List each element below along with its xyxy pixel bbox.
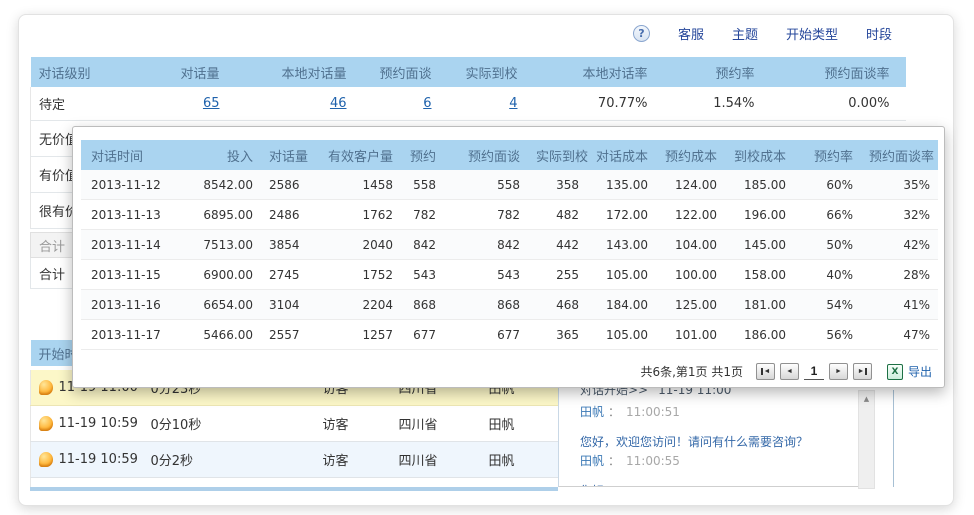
chat-scrollbar[interactable]: ▲ xyxy=(858,390,875,489)
pending-arrived-link[interactable]: 4 xyxy=(509,96,517,111)
table-row: 2013-11-156900.0027451752543543255105.00… xyxy=(81,260,938,290)
pending-local-rate: 70.77% xyxy=(534,87,664,121)
session-visitor-type: 访客 xyxy=(323,442,399,478)
session-row[interactable]: 11-19 10:59 0分2秒 访客 四川省 田帆 xyxy=(31,442,559,478)
col-dialog-time: 对话时间 xyxy=(81,140,161,170)
dialog-level-header-row: 对话级别 对话量 本地对话量 预约面谈 实际到校 本地对话率 预约率 预约面谈率 xyxy=(31,57,906,87)
session-start-time: 11-19 10:59 xyxy=(59,442,151,478)
col-dialog-count: 对话量 xyxy=(261,140,306,170)
pending-dialogs-link[interactable]: 65 xyxy=(203,96,220,111)
pagination-summary: 共6条,第1页 共1页 xyxy=(640,363,743,380)
col-appointment-rate: 预约率 xyxy=(664,57,771,87)
col-local-dialog-count: 本地对话量 xyxy=(236,57,363,87)
col-interview-rate: 预约面谈率 xyxy=(861,140,938,170)
col-local-dialog-rate: 本地对话率 xyxy=(534,57,664,87)
session-agent: 田帆 xyxy=(489,442,559,478)
nav-customer-service[interactable]: 客服 xyxy=(678,24,704,43)
last-page-button[interactable]: ► xyxy=(853,363,872,380)
col-appointment-rate: 预约率 xyxy=(794,140,861,170)
page-number-input[interactable] xyxy=(804,364,824,380)
vertical-divider xyxy=(893,390,894,487)
table-row: 2013-11-147513.0038542040842842442143.00… xyxy=(81,230,938,260)
session-region: 四川省 xyxy=(399,442,489,478)
session-region: 四川省 xyxy=(399,406,489,442)
first-page-button[interactable]: ◄ xyxy=(756,363,775,380)
pending-appointments-link[interactable]: 6 xyxy=(423,96,431,111)
pending-appointment-rate: 1.54% xyxy=(664,87,771,121)
col-investment: 投入 xyxy=(161,140,261,170)
col-dialog-cost: 对话成本 xyxy=(587,140,656,170)
table-row: 2013-11-166654.0031042204868868468184.00… xyxy=(81,290,938,320)
col-interview-rate: 预约面谈率 xyxy=(771,57,906,87)
pending-local-dialogs-link[interactable]: 46 xyxy=(330,96,347,111)
session-visitor-type: 访客 xyxy=(323,406,399,442)
col-appointment-interview: 预约面谈 xyxy=(444,140,528,170)
chat-message-text: 您好，欢迎您访问！请问有什么需要咨询？ xyxy=(580,433,858,450)
visitor-emoticon-icon xyxy=(39,416,53,431)
table-row: 2013-11-128542.0025861458558558358135.00… xyxy=(81,170,938,200)
message-time: 11:00:55 xyxy=(626,454,680,468)
agent-name: 田帆 xyxy=(580,405,604,419)
col-appointment-interview: 预约面谈 xyxy=(363,57,448,87)
popup-pagination: 共6条,第1页 共1页 ◄ ◄ ► ► X 导出 xyxy=(640,363,932,380)
popup-header-row: 对话时间 投入 对话量 有效客户量 预约 预约面谈 实际到校 对话成本 预约成本… xyxy=(81,140,938,170)
previous-page-button[interactable]: ◄ xyxy=(780,363,799,380)
chat-message-header: 田帆：11:00:55 xyxy=(580,452,858,469)
col-arrival-cost: 到校成本 xyxy=(725,140,794,170)
col-appointments: 预约 xyxy=(401,140,444,170)
col-valid-customers: 有效客户量 xyxy=(306,140,401,170)
summary-total-label: 合计 xyxy=(39,264,65,283)
session-duration: 0分10秒 xyxy=(151,406,323,442)
session-start-time: 11-19 10:59 xyxy=(59,406,151,442)
detail-popup: 对话时间 投入 对话量 有效客户量 预约 预约面谈 实际到校 对话成本 预约成本… xyxy=(72,126,945,388)
help-icon[interactable]: ? xyxy=(633,25,650,42)
session-agent: 田帆 xyxy=(489,406,559,442)
visitor-emoticon-icon xyxy=(39,452,53,467)
col-actual-arrival: 实际到校 xyxy=(448,57,534,87)
scroll-up-icon[interactable]: ▲ xyxy=(860,393,873,405)
table-row: 待定 65 46 6 4 70.77% 1.54% 0.00% xyxy=(31,87,906,121)
summary-header-label: 合计 xyxy=(39,236,65,255)
col-appointment-cost: 预约成本 xyxy=(656,140,725,170)
chat-message-header: 田帆：11:00:51 xyxy=(580,403,858,420)
session-duration: 0分2秒 xyxy=(151,442,323,478)
screen: ? 客服 主题 开始类型 时段 对话级别 对话量 本地对话量 预约面谈 实际到校… xyxy=(0,0,974,515)
message-time: 11:00:51 xyxy=(626,405,680,419)
agent-name: 田帆 xyxy=(580,454,604,468)
visitor-emoticon-icon xyxy=(39,380,53,395)
table-row: 2013-11-136895.0024861762782782482172.00… xyxy=(81,200,938,230)
nav-topic[interactable]: 主题 xyxy=(732,24,758,43)
col-actual-arrival: 实际到校 xyxy=(528,140,587,170)
col-dialog-count: 对话量 xyxy=(146,57,236,87)
nav-time-period[interactable]: 时段 xyxy=(866,24,892,43)
excel-export-icon[interactable]: X xyxy=(887,364,903,380)
top-nav: ? 客服 主题 开始类型 时段 xyxy=(600,24,892,43)
pending-interview-rate: 0.00% xyxy=(771,87,906,121)
nav-start-type[interactable]: 开始类型 xyxy=(786,24,838,43)
table-row: 2013-11-175466.0025571257677677365105.00… xyxy=(81,320,938,350)
chat-message-text: 你好 xyxy=(580,482,858,487)
col-dialog-level: 对话级别 xyxy=(31,57,146,87)
row-label-pending: 待定 xyxy=(31,87,146,121)
export-link[interactable]: 导出 xyxy=(908,363,932,380)
next-page-button[interactable]: ► xyxy=(829,363,848,380)
session-row[interactable]: 11-19 10:59 0分10秒 访客 四川省 田帆 xyxy=(31,406,559,442)
next-table-header-edge xyxy=(30,487,558,491)
